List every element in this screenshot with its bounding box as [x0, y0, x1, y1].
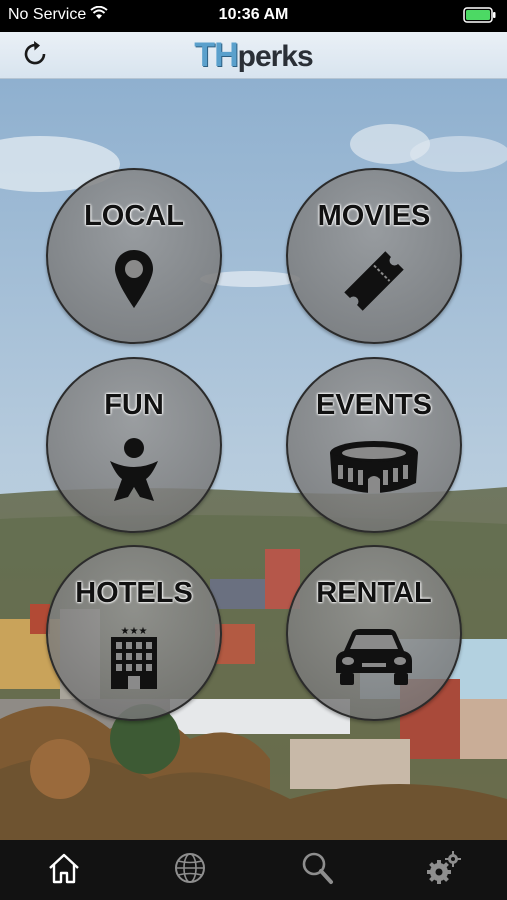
- fun-label: FUN: [104, 389, 164, 421]
- hotels-button[interactable]: HOTELS ★★★: [46, 545, 222, 721]
- hotels-label: HOTELS: [75, 577, 193, 609]
- logo-th: TH: [194, 36, 238, 74]
- events-label: EVENTS: [315, 389, 433, 421]
- status-bar: No Service 10:36 AM: [0, 0, 507, 32]
- clock: 10:36 AM: [218, 6, 289, 23]
- person-icon: [106, 437, 162, 508]
- globe-icon[interactable]: [170, 848, 210, 888]
- logo-perks: perks: [237, 40, 314, 73]
- home-icon[interactable]: [44, 848, 84, 888]
- svg-text:★★★: ★★★: [121, 626, 148, 637]
- map-pin-icon: [112, 248, 156, 315]
- rental-button[interactable]: RENTAL: [286, 545, 462, 721]
- ticket-icon: [339, 248, 409, 319]
- app-header: THperks: [0, 32, 507, 79]
- movies-label: MOVIES: [317, 200, 431, 232]
- search-icon[interactable]: [297, 848, 337, 888]
- local-button[interactable]: LOCAL: [46, 168, 222, 344]
- hotel-icon: ★★★: [109, 625, 159, 696]
- gear-icon[interactable]: [423, 848, 463, 888]
- rental-label: RENTAL: [316, 577, 432, 609]
- local-label: LOCAL: [84, 200, 184, 232]
- car-icon: [334, 625, 414, 692]
- battery-full-icon: [463, 7, 497, 28]
- tab-bar: [0, 840, 507, 900]
- fun-button[interactable]: FUN: [46, 357, 222, 533]
- events-button[interactable]: EVENTS: [286, 357, 462, 533]
- app-logo: THperks: [0, 36, 507, 76]
- stadium-icon: [328, 437, 420, 504]
- movies-button[interactable]: MOVIES: [286, 168, 462, 344]
